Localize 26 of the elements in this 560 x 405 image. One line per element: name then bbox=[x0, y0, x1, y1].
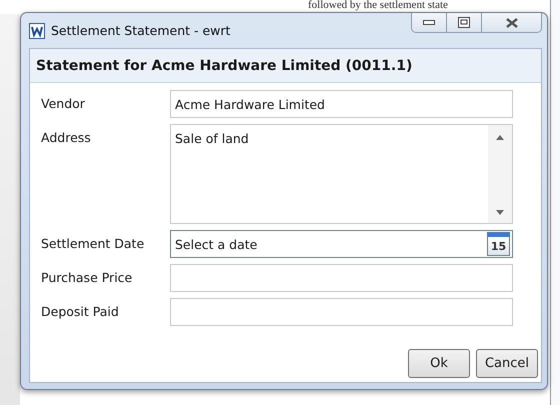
statement-heading: Statement for Acme Hardware Limited (0011.1) bbox=[30, 49, 541, 83]
scroll-up-icon[interactable] bbox=[496, 135, 504, 140]
field-label: Settlement Date bbox=[41, 235, 146, 251]
close-icon bbox=[506, 18, 518, 28]
scroll-down-icon[interactable] bbox=[496, 210, 504, 215]
dialog-button[interactable]: Ok bbox=[408, 349, 470, 378]
input-field[interactable] bbox=[170, 298, 513, 326]
maximize-button[interactable] bbox=[447, 13, 482, 32]
field-label: Purchase Price bbox=[41, 269, 134, 285]
input-field[interactable] bbox=[170, 264, 513, 292]
minimize-button[interactable] bbox=[412, 13, 447, 32]
minimize-icon bbox=[423, 20, 435, 25]
maximize-icon bbox=[458, 17, 470, 28]
input-field[interactable]: Acme Hardware Limited bbox=[170, 90, 513, 118]
background-text: followed by the settlement state bbox=[308, 0, 448, 11]
window-title: Settlement Statement - ewrt bbox=[51, 23, 230, 38]
scrollbar[interactable] bbox=[488, 125, 512, 223]
calendar-icon[interactable]: 15 bbox=[487, 232, 510, 256]
field-label: Deposit Paid bbox=[41, 303, 120, 319]
field-label: Vendor bbox=[41, 95, 86, 111]
field-label: Address bbox=[41, 129, 92, 145]
address-field[interactable]: Sale of land bbox=[170, 124, 513, 224]
close-button[interactable] bbox=[482, 13, 541, 32]
dialog-button[interactable]: Cancel bbox=[476, 349, 538, 378]
app-icon bbox=[29, 22, 45, 38]
date-picker[interactable]: Select a date 15 bbox=[170, 230, 513, 258]
